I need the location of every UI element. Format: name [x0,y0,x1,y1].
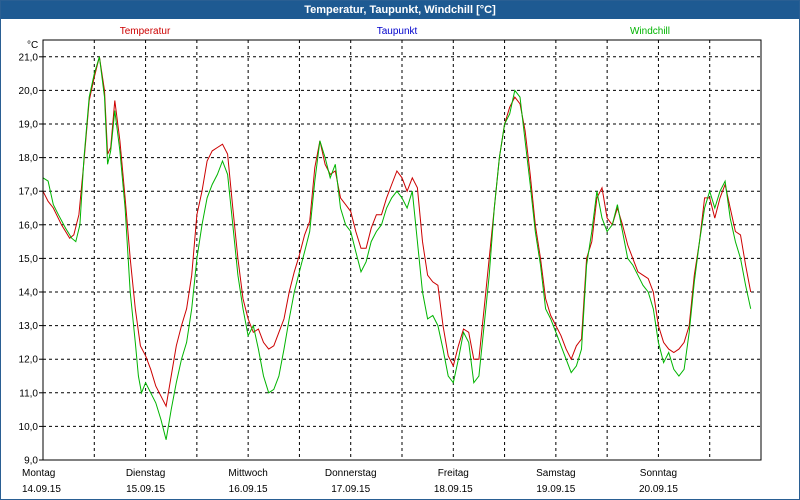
y-tick-label: 14,0 [19,288,39,299]
y-tick-label: 13,0 [19,321,39,332]
series-line [42,56,752,440]
x-tick-date: 19.09.15 [536,484,575,495]
legend: Temperatur Taupunkt Windchill [120,26,670,37]
grid-lines [39,40,761,461]
x-tick-day: Donnerstag [325,468,377,479]
x-tick-day: Montag [22,468,55,479]
y-tick-label: 15,0 [19,254,39,265]
x-tick-day: Dienstag [126,468,165,479]
y-tick-label: 11,0 [19,388,38,399]
y-axis-unit: °C [27,40,38,51]
x-tick-day: Sonntag [640,468,677,479]
x-tick-date: 14.09.15 [22,484,61,495]
x-tick-day: Freitag [438,468,469,479]
y-tick-labels: 21,0 20,0 19,0 18,0 17,0 16,0 15,0 14,0 13,0 12,0… [19,52,39,466]
y-tick-label: 19,0 [19,120,39,131]
legend-item: Windchill [630,26,670,37]
y-tick-label: 20,0 [19,86,39,97]
legend-item: Taupunkt [377,26,418,37]
x-tick-date: 18.09.15 [434,484,473,495]
line-chart: 21,0 20,0 19,0 18,0 17,0 16,0 15,0 14,0 13,0 12,0… [19,26,762,495]
legend-item: Temperatur [120,26,171,37]
y-tick-label: 10,0 [19,422,39,433]
series-line [42,56,752,408]
x-tick-date: 15.09.15 [126,484,165,495]
y-tick-label: 18,0 [19,153,39,164]
y-tick-label: 21,0 [19,52,39,63]
y-tick-label: 17,0 [19,187,39,198]
x-tick-date: 20.09.15 [639,484,678,495]
series-lines [42,56,752,440]
y-tick-label: 16,0 [19,220,39,231]
x-tick-labels: Montag 14.09.15 Dienstag 15.09.15 Mittwoch 16… [22,468,678,495]
y-tick-label: 9,0 [24,456,38,467]
x-tick-day: Mittwoch [228,468,267,479]
y-tick-label: 12,0 [19,355,39,366]
x-tick-day: Samstag [536,468,575,479]
x-tick-date: 17.09.15 [331,484,370,495]
x-tick-date: 16.09.15 [229,484,268,495]
